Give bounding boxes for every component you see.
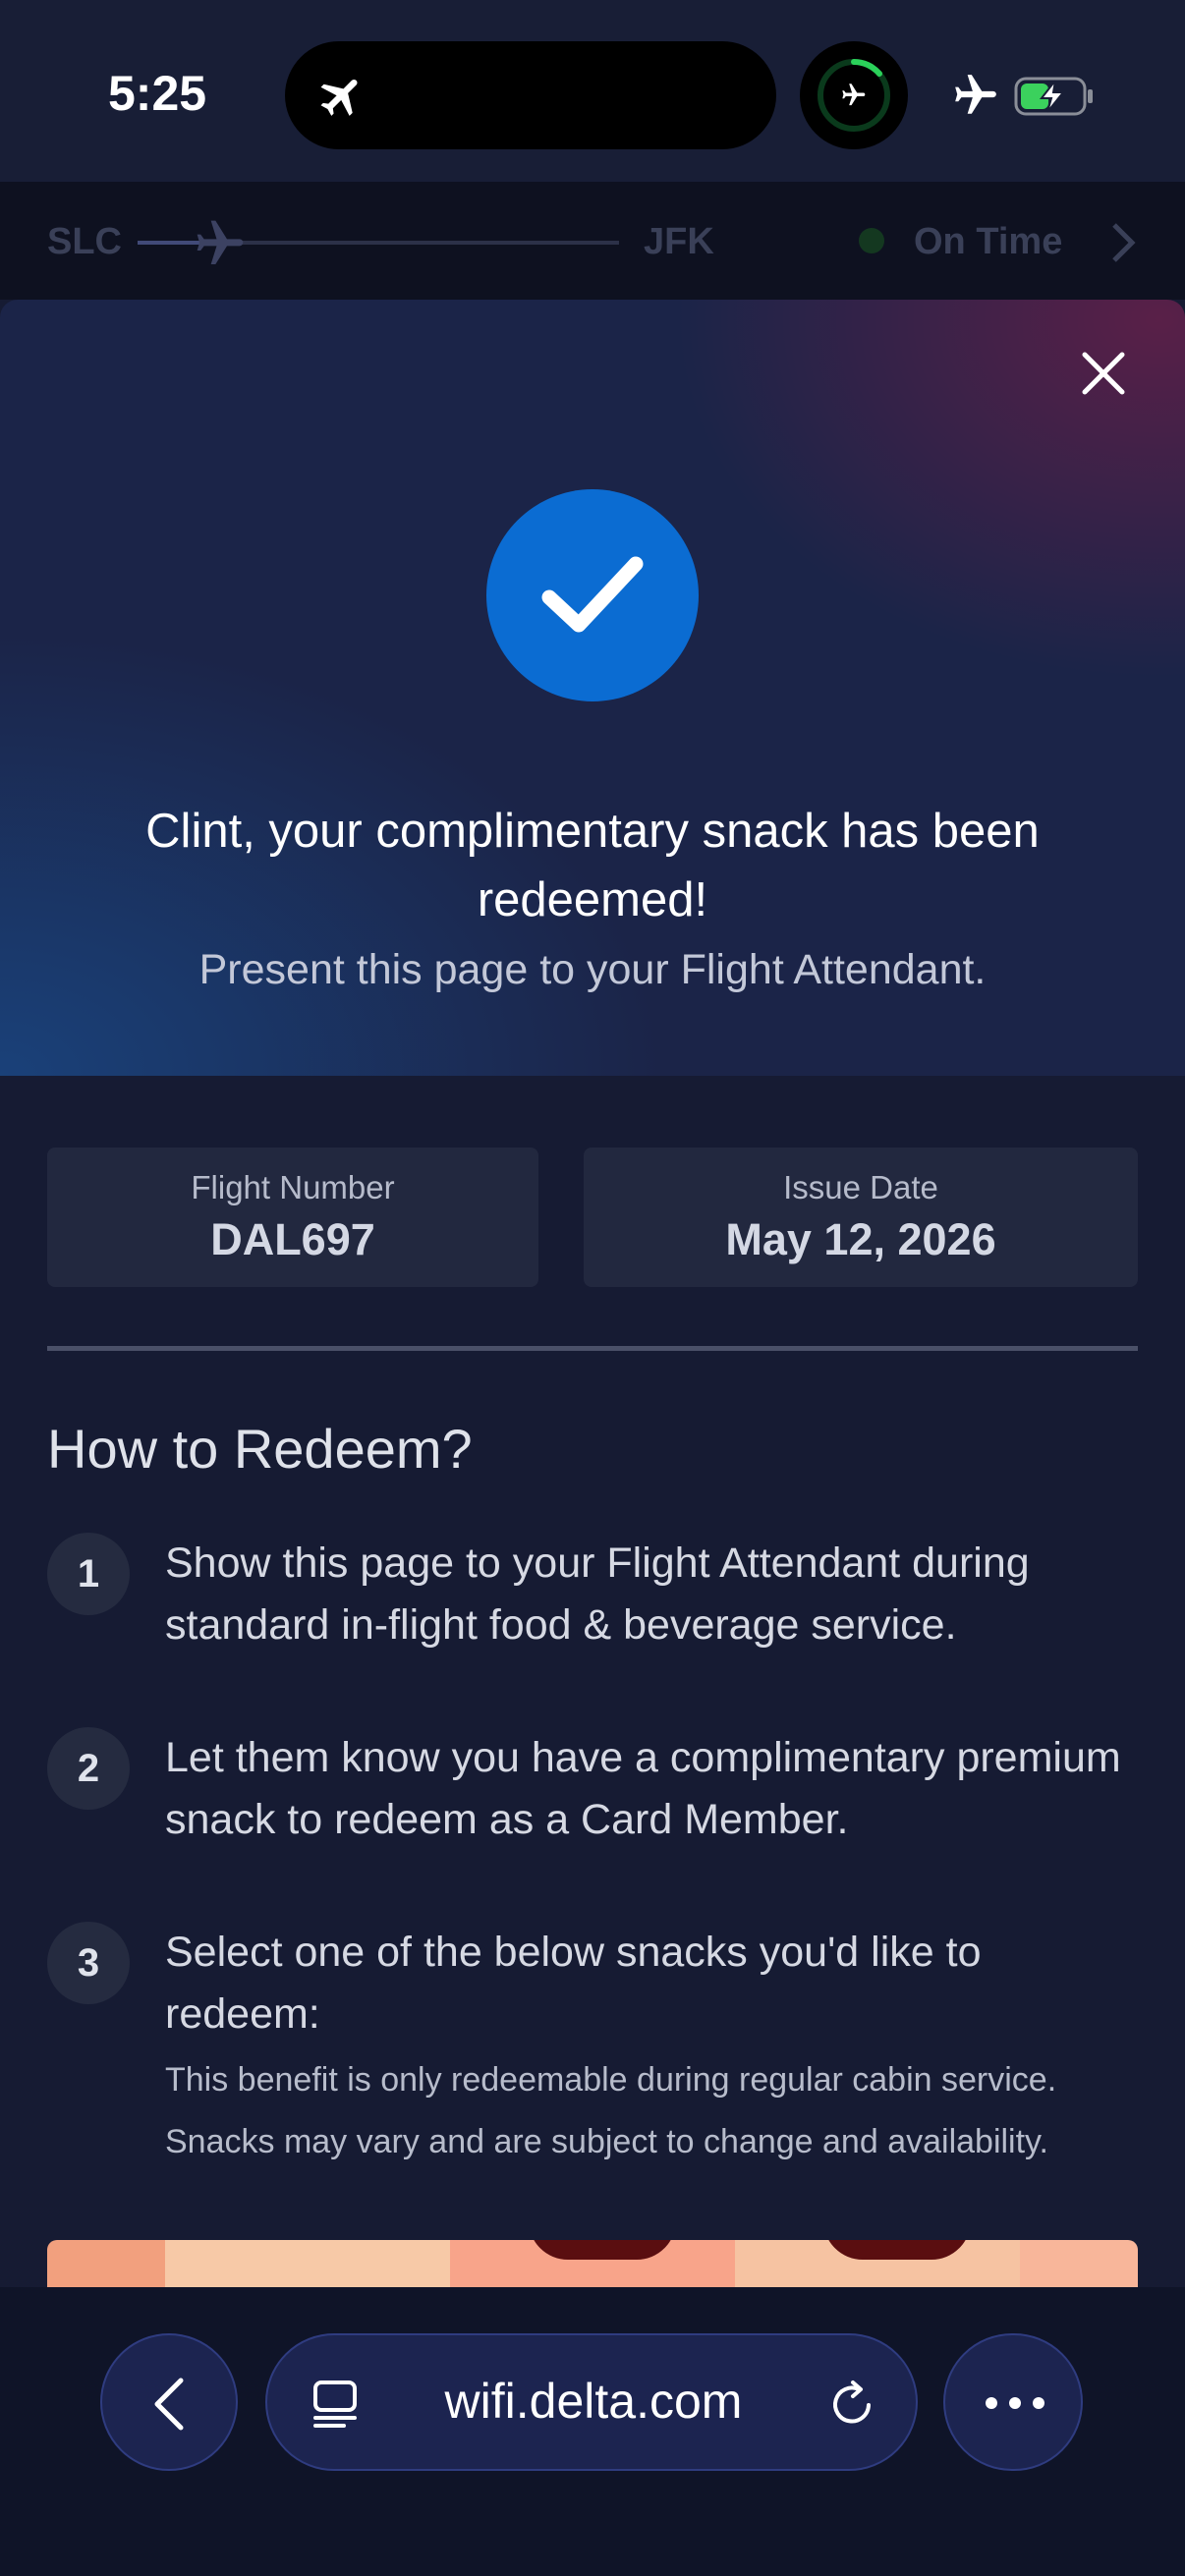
issue-date-card: Issue Date May 12, 2026 [584, 1148, 1138, 1287]
confirmation-hero: Clint, your complimentary snack has been… [0, 300, 1185, 1076]
more-icon [986, 2397, 1044, 2409]
flight-status: On Time [914, 221, 1063, 262]
step-text: Show this page to your Flight Attendant … [165, 1540, 1030, 1649]
url-text[interactable]: wifi.delta.com [267, 2373, 920, 2430]
airplane-icon [320, 79, 358, 116]
status-bar: 5:25 [0, 0, 1185, 182]
step-number: 2 [47, 1727, 130, 1810]
destination-code: JFK [644, 221, 714, 262]
step-text: Select one of the below snacks you'd lik… [165, 1929, 982, 2038]
step-text: Let them know you have a complimentary p… [165, 1734, 1121, 1843]
more-button[interactable] [943, 2333, 1083, 2471]
close-icon[interactable] [1069, 339, 1138, 408]
flight-progress-strip[interactable]: SLC JFK On Time [0, 182, 1185, 300]
address-bar[interactable]: wifi.delta.com [265, 2333, 918, 2471]
chevron-right-icon [1112, 223, 1136, 262]
status-time: 5:25 [108, 66, 207, 121]
confirmation-subtitle: Present this page to your Flight Attenda… [198, 946, 987, 993]
live-activity-indicator [800, 41, 908, 149]
flight-number-label: Flight Number [191, 1169, 395, 1205]
reload-icon[interactable] [825, 2379, 878, 2432]
status-dot-icon [859, 228, 884, 253]
airplane-progress-icon [818, 58, 890, 132]
flight-number-value: DAL697 [210, 1214, 375, 1264]
flight-number-card: Flight Number DAL697 [47, 1148, 538, 1287]
battery-charging-icon [1014, 77, 1093, 116]
checkmark-icon [541, 556, 644, 633]
back-button[interactable] [100, 2333, 238, 2471]
airplane-mode-icon [955, 75, 996, 114]
step-number: 1 [47, 1533, 130, 1615]
confirmation-title: Clint, your complimentary snack has been… [145, 805, 1040, 926]
success-badge [486, 489, 699, 701]
divider [47, 1346, 1138, 1351]
issue-date-value: May 12, 2026 [725, 1214, 996, 1264]
step-number: 3 [47, 1922, 130, 2004]
snack-options-image[interactable] [47, 2240, 1138, 2289]
back-arrow-icon [154, 2378, 184, 2431]
browser-toolbar: wifi.delta.com [0, 2287, 1185, 2576]
how-to-redeem-title: How to Redeem? [47, 1418, 473, 1480]
availability-note: Snacks may vary and are subject to chang… [165, 2123, 1048, 2160]
origin-code: SLC [47, 221, 122, 262]
issue-date-label: Issue Date [783, 1169, 938, 1205]
airplane-icon [197, 220, 244, 264]
dynamic-island [285, 41, 776, 149]
benefit-note: This benefit is only redeemable during r… [165, 2061, 1057, 2099]
